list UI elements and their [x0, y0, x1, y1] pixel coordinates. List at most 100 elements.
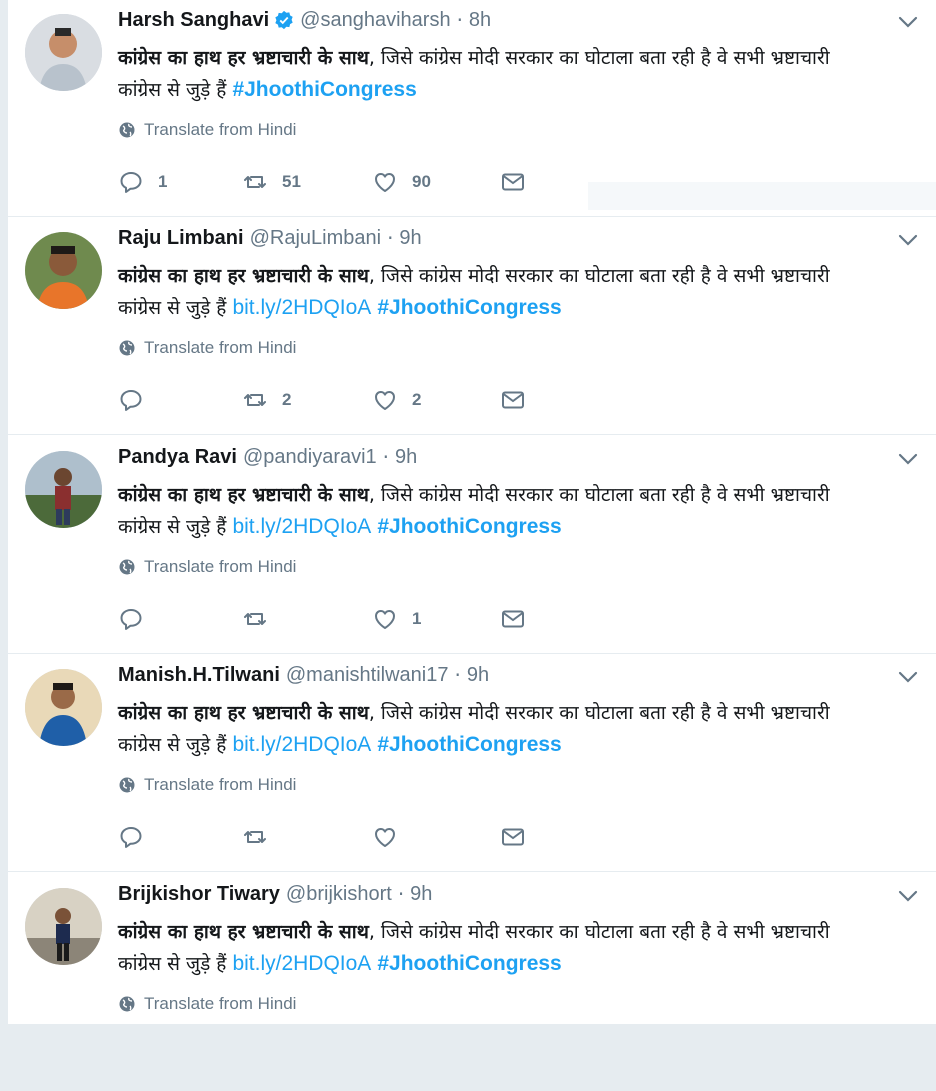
- tweet-text-bold: कांग्रेस का हाथ हर भ्रष्टाचारी के साथ: [118, 921, 369, 943]
- heart-icon: [375, 828, 395, 847]
- retweet-icon: [244, 831, 266, 843]
- hashtag-link[interactable]: #JhoothiCongress: [377, 515, 561, 538]
- avatar[interactable]: [25, 888, 102, 965]
- chevron-down-icon[interactable]: [896, 888, 920, 904]
- separator-dot: ·: [456, 8, 463, 32]
- tweet-card[interactable]: Harsh Sanghavi @sanghaviharsh · 8h कांग्…: [8, 0, 936, 217]
- envelope-icon: [502, 391, 524, 409]
- translate-link[interactable]: Translate from Hindi: [118, 775, 296, 795]
- timestamp[interactable]: 9h: [395, 446, 417, 469]
- envelope-icon: [502, 173, 524, 191]
- globe-icon: [119, 777, 135, 793]
- translate-link[interactable]: Translate from Hindi: [118, 994, 296, 1014]
- tweet-header: Manish.H.Tilwani @manishtilwani17 · 9h: [118, 663, 489, 687]
- display-name[interactable]: Brijkishor Tiwary: [118, 883, 280, 906]
- retweet-icon: [244, 176, 266, 188]
- tweet-card[interactable]: Brijkishor Tiwary @brijkishort · 9h कांग…: [8, 874, 936, 1091]
- avatar[interactable]: [25, 14, 102, 91]
- tweet-text-bold: कांग्रेस का हाथ हर भ्रष्टाचारी के साथ: [118, 702, 369, 724]
- retweet-button[interactable]: [242, 605, 282, 633]
- reply-icon: [120, 390, 142, 411]
- tweet-text-bold: कांग्रेस का हाथ हर भ्रष्टाचारी के साथ: [118, 47, 369, 69]
- reply-button[interactable]: 1: [118, 168, 167, 196]
- username[interactable]: @sanghaviharsh: [300, 9, 450, 32]
- url-link[interactable]: bit.ly/2HDQIoA: [232, 952, 371, 975]
- like-button[interactable]: 90: [372, 168, 431, 196]
- translate-label: Translate from Hindi: [144, 775, 297, 794]
- direct-message-button[interactable]: [500, 605, 526, 633]
- retweet-button[interactable]: 51: [242, 168, 301, 196]
- tweet-text: कांग्रेस का हाथ हर भ्रष्टाचारी के साथ, ज…: [118, 916, 878, 980]
- like-count: 2: [412, 390, 422, 409]
- tweet-text: कांग्रेस का हाथ हर भ्रष्टाचारी के साथ, ज…: [118, 479, 878, 543]
- url-link[interactable]: bit.ly/2HDQIoA: [232, 515, 371, 538]
- reply-count: 1: [158, 172, 168, 191]
- avatar[interactable]: [25, 232, 102, 309]
- globe-icon: [119, 340, 135, 356]
- globe-icon: [119, 122, 135, 138]
- heart-icon: [375, 173, 395, 192]
- retweet-count: 51: [282, 172, 301, 191]
- reply-button[interactable]: [118, 605, 158, 633]
- retweet-button[interactable]: [242, 823, 282, 851]
- tweet-card[interactable]: Pandya Ravi @pandiyaravi1 · 9h कांग्रेस …: [8, 437, 936, 654]
- display-name[interactable]: Harsh Sanghavi: [118, 9, 269, 32]
- tweet-actions: 1: [118, 605, 638, 633]
- translate-link[interactable]: Translate from Hindi: [118, 557, 296, 577]
- like-count: 90: [412, 172, 431, 191]
- display-name[interactable]: Manish.H.Tilwani: [118, 664, 280, 687]
- retweet-button[interactable]: 2: [242, 386, 291, 414]
- url-link[interactable]: bit.ly/2HDQIoA: [232, 733, 371, 756]
- hashtag-link[interactable]: #JhoothiCongress: [377, 733, 561, 756]
- hashtag-link[interactable]: #JhoothiCongress: [232, 78, 416, 101]
- avatar[interactable]: [25, 669, 102, 746]
- direct-message-button[interactable]: [500, 823, 526, 851]
- hashtag-link[interactable]: #JhoothiCongress: [377, 952, 561, 975]
- chevron-down-icon[interactable]: [896, 14, 920, 30]
- display-name[interactable]: Raju Limbani: [118, 227, 244, 250]
- chevron-down-icon[interactable]: [896, 451, 920, 467]
- tweet-header: Raju Limbani @RajuLimbani · 9h: [118, 226, 422, 250]
- tweet-header: Brijkishor Tiwary @brijkishort · 9h: [118, 882, 432, 906]
- tweet-card[interactable]: Manish.H.Tilwani @manishtilwani17 · 9h क…: [8, 655, 936, 872]
- like-button[interactable]: 2: [372, 386, 421, 414]
- timestamp[interactable]: 9h: [410, 883, 432, 906]
- direct-message-button[interactable]: [500, 386, 526, 414]
- timestamp[interactable]: 8h: [469, 9, 491, 32]
- tweet-timeline: Harsh Sanghavi @sanghaviharsh · 8h कांग्…: [8, 0, 936, 1091]
- tweet-text: कांग्रेस का हाथ हर भ्रष्टाचारी के साथ, ज…: [118, 697, 878, 761]
- username[interactable]: @brijkishort: [286, 883, 392, 906]
- tweet-text-bold: कांग्रेस का हाथ हर भ्रष्टाचारी के साथ: [118, 484, 369, 506]
- translate-link[interactable]: Translate from Hindi: [118, 338, 296, 358]
- retweet-icon: [244, 394, 266, 406]
- chevron-down-icon[interactable]: [896, 232, 920, 248]
- chevron-down-icon[interactable]: [896, 669, 920, 685]
- tweet-card[interactable]: Raju Limbani @RajuLimbani · 9h कांग्रेस …: [8, 218, 936, 435]
- like-count: 1: [412, 609, 422, 628]
- translate-label: Translate from Hindi: [144, 338, 297, 357]
- timestamp[interactable]: 9h: [467, 664, 489, 687]
- direct-message-button[interactable]: [500, 168, 526, 196]
- tweet-actions: 2 2: [118, 386, 638, 414]
- translate-link[interactable]: Translate from Hindi: [118, 120, 296, 140]
- url-link[interactable]: bit.ly/2HDQIoA: [232, 296, 371, 319]
- tweet-actions: 1 51 90: [118, 168, 638, 196]
- username[interactable]: @pandiyaravi1: [243, 446, 377, 469]
- globe-icon: [119, 996, 135, 1012]
- verified-badge-icon: [275, 10, 293, 30]
- envelope-icon: [502, 610, 524, 628]
- like-button[interactable]: [372, 823, 412, 851]
- reply-button[interactable]: [118, 823, 158, 851]
- globe-icon: [119, 559, 135, 575]
- translate-label: Translate from Hindi: [144, 557, 297, 576]
- hashtag-link[interactable]: #JhoothiCongress: [377, 296, 561, 319]
- like-button[interactable]: 1: [372, 605, 421, 633]
- username[interactable]: @RajuLimbani: [250, 227, 381, 250]
- display-name[interactable]: Pandya Ravi: [118, 446, 237, 469]
- timestamp[interactable]: 9h: [399, 227, 421, 250]
- translate-label: Translate from Hindi: [144, 994, 297, 1013]
- username[interactable]: @manishtilwani17: [286, 664, 449, 687]
- reply-button[interactable]: [118, 386, 158, 414]
- avatar[interactable]: [25, 451, 102, 528]
- tweet-actions: [118, 823, 638, 851]
